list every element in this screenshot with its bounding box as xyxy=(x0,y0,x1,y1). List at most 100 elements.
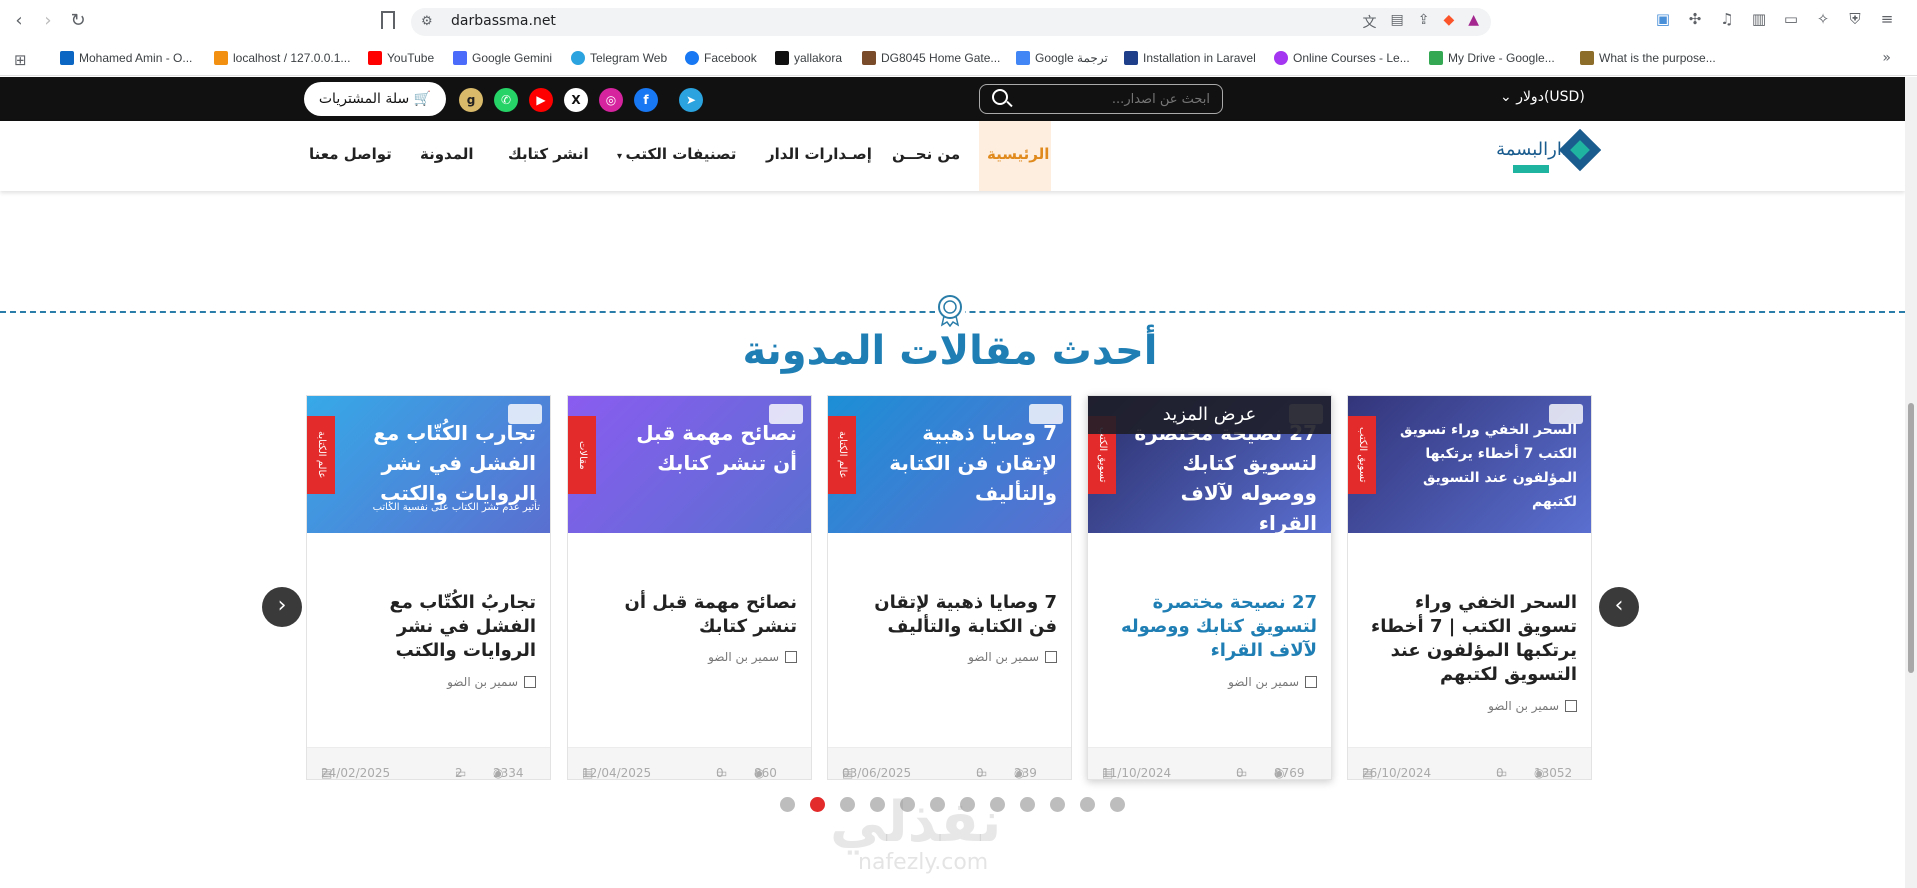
bookmark-item[interactable]: Facebook xyxy=(685,51,757,65)
bookmark-label: Mohamed Amin - O... xyxy=(79,51,193,65)
nav-publications[interactable]: إصـدارات الدار xyxy=(766,145,872,163)
carousel-dot[interactable] xyxy=(1020,797,1035,812)
vpn-icon[interactable]: ⛨ xyxy=(1845,10,1865,28)
category-ribbon[interactable]: عالم الكتابة xyxy=(307,416,335,494)
brave-rewards-icon[interactable]: ▲ xyxy=(1468,12,1479,32)
blog-card[interactable]: تسويق الكتب السحر الخفي وراء تسويق الكتب… xyxy=(1347,395,1592,780)
nav-blog[interactable]: المدونة xyxy=(420,145,474,163)
x-twitter-icon[interactable]: X xyxy=(564,88,588,112)
facebook-icon[interactable]: f xyxy=(634,88,658,112)
wallet-icon[interactable]: ▭ xyxy=(1781,10,1801,28)
carousel-prev-button[interactable]: ‹ xyxy=(1599,587,1639,627)
show-more-overlay[interactable]: عرض المزيد xyxy=(1088,396,1331,434)
bookmark-item[interactable]: Installation in Laravel xyxy=(1124,51,1256,65)
bookmark-item[interactable]: Google Gemini xyxy=(453,51,552,65)
leo-ai-icon[interactable]: ✧ xyxy=(1813,10,1833,28)
carousel-next-button[interactable]: › xyxy=(262,587,302,627)
svg-text:دارالبسمة: دارالبسمة xyxy=(1496,139,1570,160)
bookmark-item[interactable]: Google ترجمة xyxy=(1016,51,1108,65)
search-icon[interactable] xyxy=(992,89,1008,105)
card-title[interactable]: 7 وصايا ذهبية لإتقان فن الكتابة والتأليف xyxy=(845,591,1057,639)
whatsapp-icon[interactable]: ✆ xyxy=(494,88,518,112)
blog-card[interactable]: تسويق الكتب 27 نصيحة مختصرة لتسويق كتابك… xyxy=(1087,395,1332,780)
bookmark-page-icon[interactable] xyxy=(381,11,395,29)
bookmark-favicon xyxy=(1580,51,1594,65)
blog-card[interactable]: عالم الكتابة 7 وصايا ذهبية لإتقان فن الك… xyxy=(827,395,1072,780)
brave-shield-icon[interactable]: ◆ xyxy=(1443,12,1454,32)
url-text[interactable]: darbassma.net xyxy=(451,13,556,29)
page-scrollbar[interactable] xyxy=(1905,77,1917,888)
site-logo[interactable]: دارالبسمة xyxy=(1493,129,1601,183)
back-arrow-icon[interactable]: ‹ xyxy=(8,10,30,32)
carousel-dot[interactable] xyxy=(780,797,795,812)
music-icon[interactable]: ♫ xyxy=(1717,10,1737,28)
carousel-dot[interactable] xyxy=(1110,797,1125,812)
bookmark-item[interactable]: localhost / 127.0.0.1... xyxy=(214,51,350,65)
nav-contact[interactable]: تواصل معنا xyxy=(309,145,392,163)
blog-card[interactable]: عالم الكتابة تجارب الكُتّاب مع الفشل في … xyxy=(306,395,551,780)
bookmark-item[interactable]: Mohamed Amin - O... xyxy=(60,51,192,65)
translate-icon[interactable]: 文 xyxy=(1362,12,1376,32)
card-author[interactable]: سمير بن الضو xyxy=(1488,699,1577,713)
calendar-icon: ▤ xyxy=(1102,766,1114,780)
instagram-icon[interactable]: ◎ xyxy=(599,88,623,112)
card-image[interactable]: تسويق الكتب السحر الخفي وراء تسويق الكتب… xyxy=(1348,396,1591,533)
comment-icon: ▭ xyxy=(1496,766,1508,780)
menu-icon[interactable]: ≡ xyxy=(1877,10,1897,28)
forward-arrow-icon[interactable]: › xyxy=(37,10,59,32)
carousel-dot[interactable] xyxy=(1050,797,1065,812)
bookmark-item[interactable]: My Drive - Google... xyxy=(1429,51,1555,65)
nav-book-categories[interactable]: ▾ تصنيفات الكتب xyxy=(617,145,736,163)
eye-icon: ◉ xyxy=(1014,766,1025,780)
card-image[interactable]: مقالات نصائح مهمة قبل أن تنشر كتابك xyxy=(568,396,811,533)
share-icon[interactable]: ⇪ xyxy=(1418,12,1430,32)
card-author[interactable]: سمير بن الضو xyxy=(447,675,536,689)
goodreads-icon[interactable]: g xyxy=(459,88,483,112)
category-ribbon[interactable]: تسويق الكتب xyxy=(1348,416,1376,494)
currency-selector[interactable]: ⌄ دولار(USD) xyxy=(1500,89,1585,105)
bookmark-item[interactable]: YouTube xyxy=(368,51,434,65)
puzzle-icon[interactable]: ✣ xyxy=(1685,10,1705,28)
blog-card[interactable]: مقالات نصائح مهمة قبل أن تنشر كتابك نصائ… xyxy=(567,395,812,780)
scrollbar-thumb[interactable] xyxy=(1908,403,1914,673)
bookmark-item[interactable]: What is the purpose... xyxy=(1580,51,1716,65)
address-bar[interactable]: ⚙ darbassma.net 文 ▤ ⇪ ◆ ▲ xyxy=(411,8,1491,36)
card-title[interactable]: نصائح مهمة قبل أن تنشر كتابك xyxy=(585,591,797,639)
carousel-dot[interactable] xyxy=(810,797,825,812)
card-image[interactable]: عالم الكتابة 7 وصايا ذهبية لإتقان فن الك… xyxy=(828,396,1071,533)
card-image[interactable]: عالم الكتابة تجارب الكُتّاب مع الفشل في … xyxy=(307,396,550,533)
telegram-icon[interactable]: ➤ xyxy=(679,88,703,112)
bookmark-item[interactable]: yallakora xyxy=(775,51,842,65)
carousel-dot[interactable] xyxy=(1080,797,1095,812)
search-input[interactable] xyxy=(1020,89,1210,109)
bookmark-item[interactable]: DG8045 Home Gate... xyxy=(862,51,1000,65)
card-title[interactable]: تجاربُ الكُتّاب مع الفشل في نشر الروايات… xyxy=(324,591,536,663)
cart-button[interactable]: سلة المشتريات 🛒 xyxy=(304,82,446,116)
category-ribbon[interactable]: مقالات xyxy=(568,416,596,494)
badge-icon xyxy=(935,293,965,327)
nav-home[interactable]: الرئيسية xyxy=(987,145,1049,163)
nav-publish-book[interactable]: انشر كتابك xyxy=(508,145,589,163)
apps-grid-icon[interactable]: ⊞ xyxy=(14,51,27,69)
eye-icon: ◉ xyxy=(1274,766,1285,780)
card-author[interactable]: سمير بن الضو xyxy=(1228,675,1317,689)
card-footer: 03/06/2025 ▤ 0 ▭ 239 ◉ xyxy=(828,747,1071,780)
youtube-icon[interactable]: ▶ xyxy=(529,88,553,112)
bookmark-item[interactable]: Online Courses - Le... xyxy=(1274,51,1410,65)
card-author[interactable]: سمير بن الضو xyxy=(968,650,1057,664)
card-title[interactable]: 27 نصيحة مختصرة لتسويق كتابك ووصوله لآلا… xyxy=(1105,591,1317,663)
site-info-icon[interactable]: ⚙ xyxy=(421,14,433,29)
reader-mode-icon[interactable]: ▤ xyxy=(1390,12,1403,32)
nav-about[interactable]: من نحــن xyxy=(892,145,960,163)
card-image[interactable]: تسويق الكتب 27 نصيحة مختصرة لتسويق كتابك… xyxy=(1088,396,1331,533)
bookmark-item[interactable]: Telegram Web xyxy=(571,51,667,65)
reload-icon[interactable]: ↻ xyxy=(67,10,89,32)
card-title[interactable]: السحر الخفي وراء تسويق الكتب | 7 أخطاء ي… xyxy=(1365,591,1577,687)
sidebar-icon[interactable]: ▥ xyxy=(1749,10,1769,28)
extension-icon[interactable]: ▣ xyxy=(1653,10,1673,28)
category-ribbon[interactable]: عالم الكتابة xyxy=(828,416,856,494)
edit-pen-icon xyxy=(1565,700,1577,712)
card-author[interactable]: سمير بن الضو xyxy=(708,650,797,664)
site-search[interactable] xyxy=(979,84,1223,114)
more-bookmarks-icon[interactable]: » xyxy=(1882,50,1891,66)
